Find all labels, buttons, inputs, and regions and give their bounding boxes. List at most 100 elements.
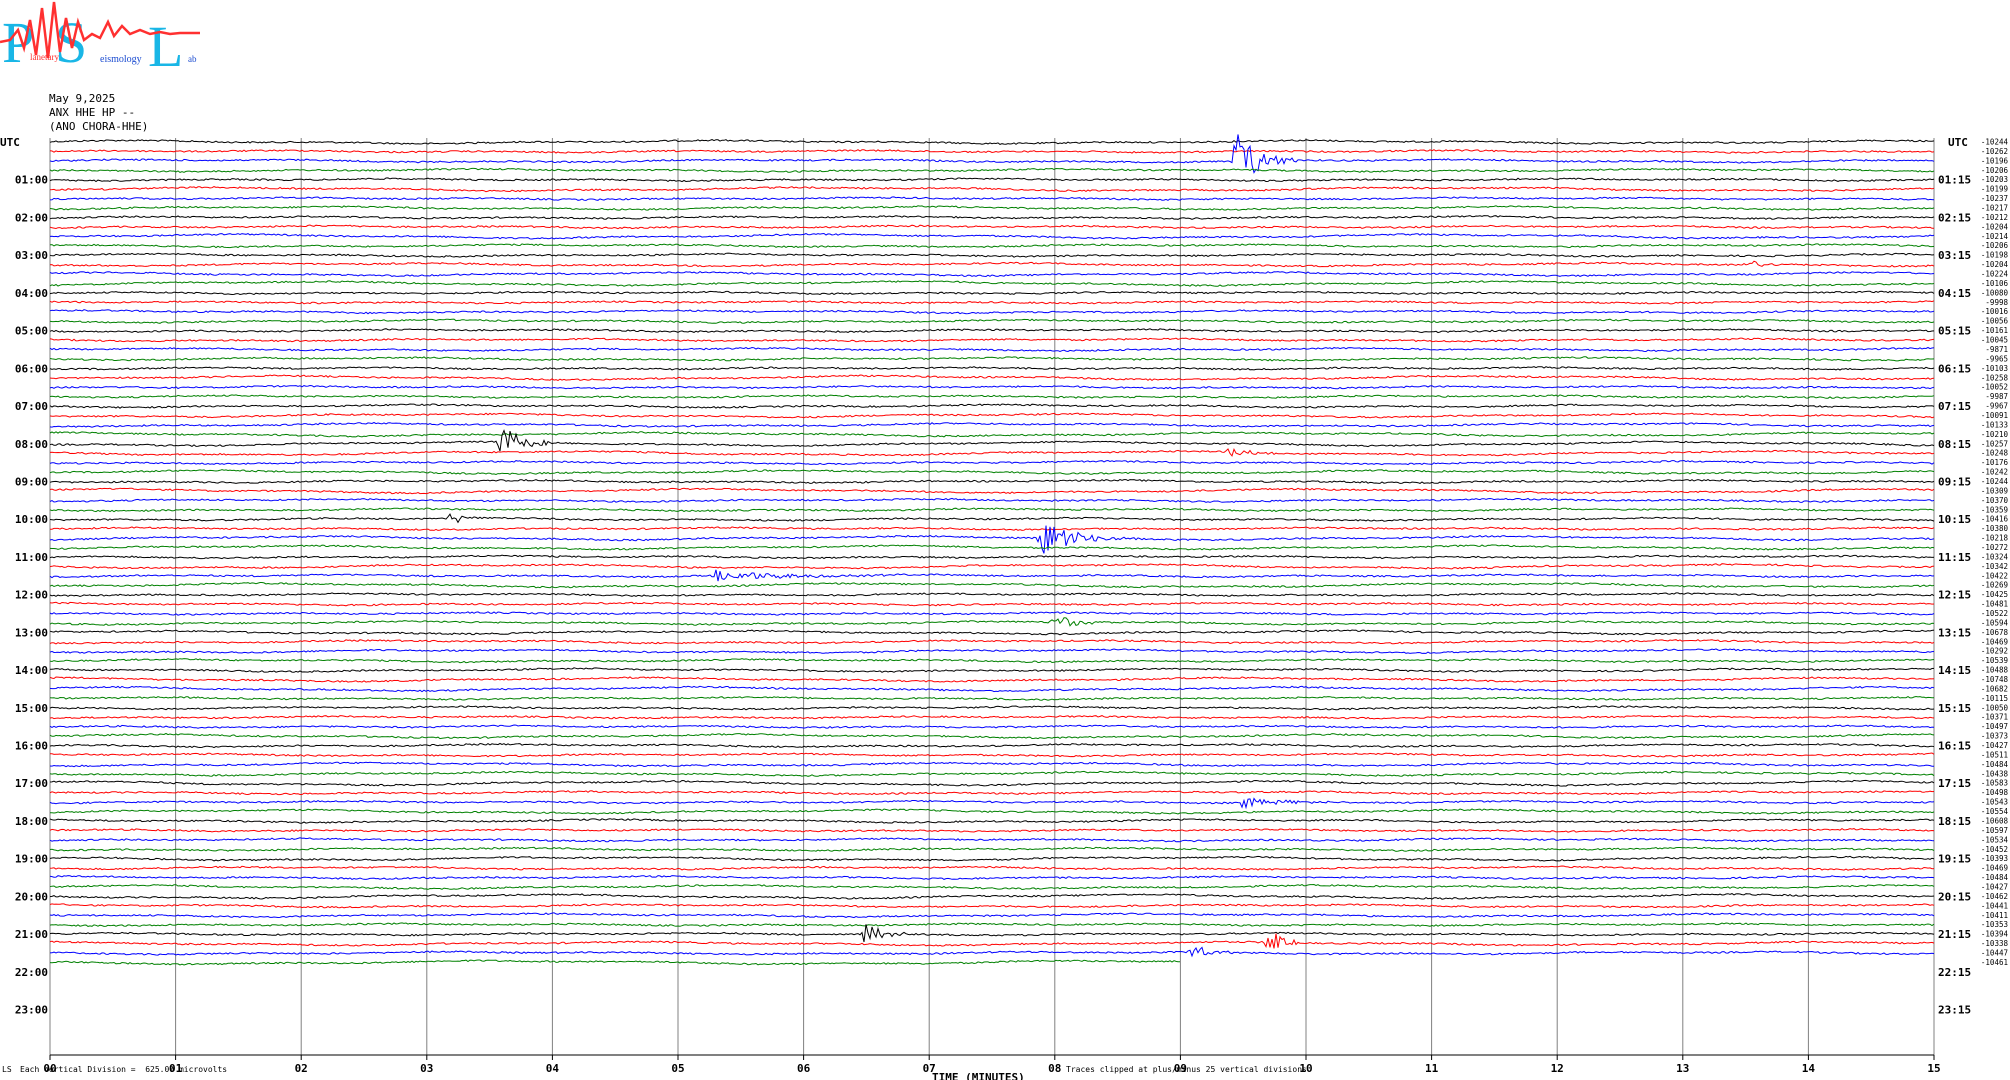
trace-offset-label: -10244 xyxy=(1981,477,2009,486)
trace-offset-label: -10370 xyxy=(1981,496,2009,505)
trace-offset-label: -10214 xyxy=(1981,232,2009,241)
trace-line xyxy=(49,818,1935,824)
trace-line xyxy=(49,374,1935,382)
trace-line xyxy=(49,611,1935,616)
trace-offset-label: -10594 xyxy=(1981,618,2009,627)
left-hour-label: 19:00 xyxy=(15,853,48,866)
trace-line xyxy=(49,328,1935,334)
footer-scale: Each Vertical Division = 625.00 microvol… xyxy=(20,1065,228,1074)
trace-offset-label: -10484 xyxy=(1981,873,2009,882)
trace-line xyxy=(49,337,1935,343)
trace-line xyxy=(49,403,1935,409)
trace-line xyxy=(49,252,1935,258)
x-tick-label: 06 xyxy=(797,1062,811,1075)
right-hour-label: 12:15 xyxy=(1938,589,1971,602)
trace-offset-label: -10452 xyxy=(1981,845,2008,854)
trace-offset-label: -10497 xyxy=(1981,722,2008,731)
trace-line xyxy=(49,846,1935,852)
trace-offset-label: -10748 xyxy=(1981,675,2009,684)
right-hour-label: 16:15 xyxy=(1938,740,1971,753)
trace-line xyxy=(49,827,1935,833)
right-hour-label: 14:15 xyxy=(1938,664,1971,677)
trace-offset-label: -10309 xyxy=(1981,486,2008,495)
trace-offset-label: -10469 xyxy=(1981,637,2008,646)
trace-line xyxy=(49,290,1935,296)
left-hour-label: 22:00 xyxy=(15,966,48,979)
right-hour-label: 03:15 xyxy=(1938,249,1971,262)
left-hour-label: 17:00 xyxy=(15,777,48,790)
trace-line xyxy=(49,431,1935,438)
trace-line xyxy=(49,149,1935,154)
trace-offset-label: -10324 xyxy=(1981,552,2009,561)
trace-line xyxy=(49,469,1935,476)
trace-line xyxy=(50,808,1935,815)
x-tick-label: 02 xyxy=(295,1062,308,1075)
left-hour-label: 03:00 xyxy=(15,249,48,262)
trace-offset-label: -10217 xyxy=(1981,204,2008,213)
trace-offset-label: -10353 xyxy=(1981,920,2008,929)
trace-offset-label: -10511 xyxy=(1981,750,2008,759)
trace-offset-label: -10393 xyxy=(1981,854,2008,863)
footer-clip: Traces clipped at plus/minus 25 vertical… xyxy=(1066,1065,1307,1074)
x-tick-label: 08 xyxy=(1048,1062,1061,1075)
trace-offset-label: -10498 xyxy=(1981,788,2009,797)
trace-offset-label: -10103 xyxy=(1981,364,2008,373)
left-hour-label: 16:00 xyxy=(15,740,48,753)
trace-line xyxy=(49,177,1935,183)
trace-line xyxy=(49,761,1934,768)
trace-offset-label: -10469 xyxy=(1981,864,2008,873)
trace-line xyxy=(49,592,1935,598)
x-tick-label: 15 xyxy=(1927,1062,1940,1075)
trace-offset-label: -10416 xyxy=(1981,515,2009,524)
trace-line xyxy=(49,732,1935,740)
left-hour-label: 04:00 xyxy=(15,287,48,300)
trace-line xyxy=(49,875,1935,880)
trace-line xyxy=(49,648,1935,654)
right-hour-label: 05:15 xyxy=(1938,325,1971,338)
left-hour-label: 15:00 xyxy=(15,702,48,715)
trace-offset-label: -9965 xyxy=(1985,354,2008,363)
trace-line xyxy=(49,544,1935,551)
trace-line xyxy=(49,318,1935,324)
trace-offset-label: -10244 xyxy=(1981,138,2009,147)
trace-offset-label: -10199 xyxy=(1981,185,2008,194)
left-hour-label: 01:00 xyxy=(15,174,48,187)
trace-line xyxy=(49,243,1935,249)
trace-offset-label: -10161 xyxy=(1981,326,2008,335)
x-tick-label: 13 xyxy=(1676,1062,1689,1075)
trace-line xyxy=(49,629,1935,636)
trace-line xyxy=(49,309,1935,315)
trace-line xyxy=(49,601,1935,607)
trace-offset-label: -10091 xyxy=(1981,411,2008,420)
trace-line xyxy=(49,394,1935,399)
trace-line xyxy=(49,569,1935,582)
right-hour-label: 19:15 xyxy=(1938,853,1971,866)
trace-offset-label: -10292 xyxy=(1981,647,2008,656)
trace-line xyxy=(49,271,1935,278)
trace-line xyxy=(49,447,1935,457)
trace-offset-label: -10257 xyxy=(1981,439,2008,448)
trace-offset-label: -9987 xyxy=(1985,392,2008,401)
trace-line xyxy=(49,582,1935,589)
trace-line xyxy=(49,742,1935,749)
left-hour-label: 11:00 xyxy=(15,551,48,564)
right-utc-title: UTC xyxy=(1948,136,1968,149)
right-hour-label: 15:15 xyxy=(1938,702,1971,715)
trace-offset-label: -10262 xyxy=(1981,147,2008,156)
right-hour-label: 23:15 xyxy=(1938,1004,1971,1017)
trace-offset-label: -10218 xyxy=(1981,534,2009,543)
right-hour-label: 02:15 xyxy=(1938,211,1971,224)
trace-line xyxy=(49,893,1935,900)
trace-line xyxy=(49,790,1935,796)
right-hour-label: 17:15 xyxy=(1938,777,1971,790)
right-hour-label: 18:15 xyxy=(1938,815,1971,828)
trace-line xyxy=(49,429,1935,452)
trace-line xyxy=(49,205,1935,211)
trace-line xyxy=(49,513,1935,524)
trace-offset-label: -10269 xyxy=(1981,581,2008,590)
trace-offset-label: -10248 xyxy=(1981,449,2009,458)
trace-offset-label: -10210 xyxy=(1981,430,2009,439)
trace-offset-label: -10373 xyxy=(1981,732,2008,741)
x-tick-label: 03 xyxy=(420,1062,433,1075)
trace-offset-label: -10224 xyxy=(1981,270,2009,279)
